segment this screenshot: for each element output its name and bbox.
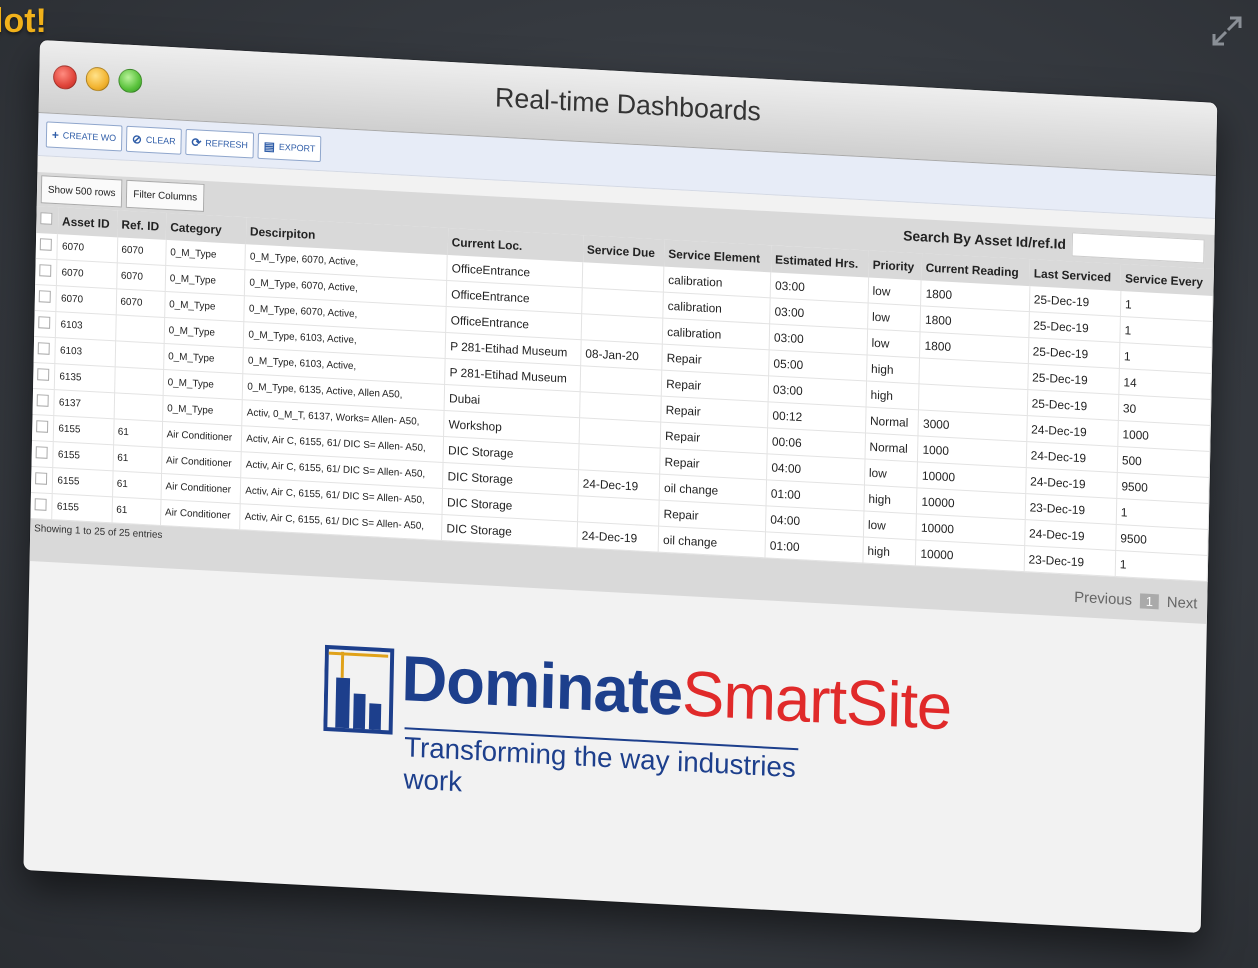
row-checkbox[interactable] [39,238,52,251]
table-cell: Air Conditioner [160,499,241,530]
column-header[interactable]: Ref. ID [117,210,167,240]
next-page-button[interactable]: Next [1167,594,1198,613]
export-button[interactable]: ▤ EXPORT [257,132,322,163]
brand-wordmark: DominateSmartSite [401,641,952,744]
row-select-cell[interactable] [31,440,54,468]
table-cell: high [863,485,918,514]
export-label: EXPORT [278,141,316,154]
table-cell: 61 [112,444,162,474]
row-select-cell[interactable] [35,233,58,260]
row-select-cell[interactable] [32,388,55,416]
table-cell: 6155 [53,415,114,445]
table-cell: low [863,511,917,540]
row-checkbox[interactable] [35,446,48,459]
clear-label: CLEAR [145,134,176,147]
clear-button[interactable]: ⊘ CLEAR [125,125,182,155]
table-cell: 6070 [56,259,117,289]
entries-info: Showing 1 to 25 of 25 entries [34,523,163,542]
row-checkbox[interactable] [36,394,49,407]
table-cell: 6155 [53,441,114,471]
column-header[interactable]: Service Due [582,235,665,267]
table-cell: 61 [111,496,161,526]
row-checkbox[interactable] [39,264,52,277]
table-cell: 6103 [55,337,116,367]
table-cell [113,392,163,422]
table-cell: 6070 [116,237,167,266]
row-select-cell[interactable] [35,258,58,286]
row-checkbox[interactable] [38,290,51,303]
table-cell: 6070 [57,234,118,263]
work-order-table: Asset ID Ref. ID Category Descirpiton Cu… [30,206,1214,582]
column-header[interactable]: Priority [868,250,922,281]
table-cell [115,314,165,344]
table-cell: 6070 [116,262,166,292]
plus-icon: + [51,127,60,143]
create-wo-label: CREATE WO [62,130,117,144]
table-cell [114,340,164,370]
refresh-icon: ⟳ [191,135,202,150]
table-cell: low [864,459,918,488]
brand-logo: DominateSmartSite Transforming the way i… [322,637,952,817]
select-all-header[interactable] [36,206,59,235]
table-cell: high [866,355,920,384]
pagination: Previous 1 Next [1074,589,1197,613]
corner-headline: lot! [0,2,47,40]
row-checkbox[interactable] [34,498,47,511]
column-header[interactable]: Category [166,212,247,245]
previous-page-button[interactable]: Previous [1074,589,1132,609]
table-cell: 6103 [55,311,116,341]
table-cell: 61 [113,418,163,448]
table-cell: high [862,537,917,566]
row-select-cell[interactable] [34,310,57,338]
brand-tagline: Transforming the way industries work [403,727,799,817]
table-cell: 6070 [56,285,117,315]
table-cell: 6135 [54,363,115,393]
page-1-button[interactable]: 1 [1139,593,1160,610]
brand-word-dominate: Dominate [400,642,683,730]
file-export-icon: ▤ [263,139,276,154]
search-input[interactable] [1071,232,1205,264]
row-checkbox[interactable] [37,368,50,381]
row-select-cell[interactable] [33,362,56,390]
table-cell: high [865,381,920,410]
row-select-cell[interactable] [34,284,57,312]
table-cell: 61 [112,470,162,500]
select-all-checkbox[interactable] [40,212,53,225]
refresh-button[interactable]: ⟳ REFRESH [185,128,255,159]
table-cell: 6155 [52,493,113,523]
expand-icon[interactable] [1210,14,1244,48]
building-crane-icon [323,644,395,735]
filter-columns-button[interactable]: Filter Columns [126,179,205,212]
block-icon: ⊘ [131,132,143,147]
row-checkbox[interactable] [38,316,51,329]
table-cell [114,366,164,396]
table-cell: 6155 [52,467,113,497]
table-cell: low [867,303,921,332]
table-cell: 6070 [115,288,166,318]
app-window: Real-time Dashboards + CREATE WO ⊘ CLEAR… [23,40,1218,933]
row-checkbox[interactable] [36,420,49,433]
row-checkbox[interactable] [35,472,48,485]
create-wo-button[interactable]: + CREATE WO [45,121,123,152]
row-select-cell[interactable] [31,414,55,442]
row-select-cell[interactable] [30,492,53,520]
table-cell: Normal [865,407,919,436]
column-header[interactable]: Asset ID [57,207,118,238]
brand-word-smartsite: SmartSite [681,657,952,744]
table-cell: low [866,329,921,358]
table-cell: low [867,277,922,306]
table-cell: 24-Dec-19 [577,521,659,553]
row-select-cell[interactable] [33,336,56,364]
search-label: Search By Asset Id/ref.Id [903,227,1067,253]
show-rows-button[interactable]: Show 500 rows [40,175,123,208]
refresh-label: REFRESH [205,137,248,151]
row-checkbox[interactable] [37,342,50,355]
table-cell: Normal [864,433,919,462]
table-cell: 6137 [54,389,115,419]
row-select-cell[interactable] [30,466,54,494]
